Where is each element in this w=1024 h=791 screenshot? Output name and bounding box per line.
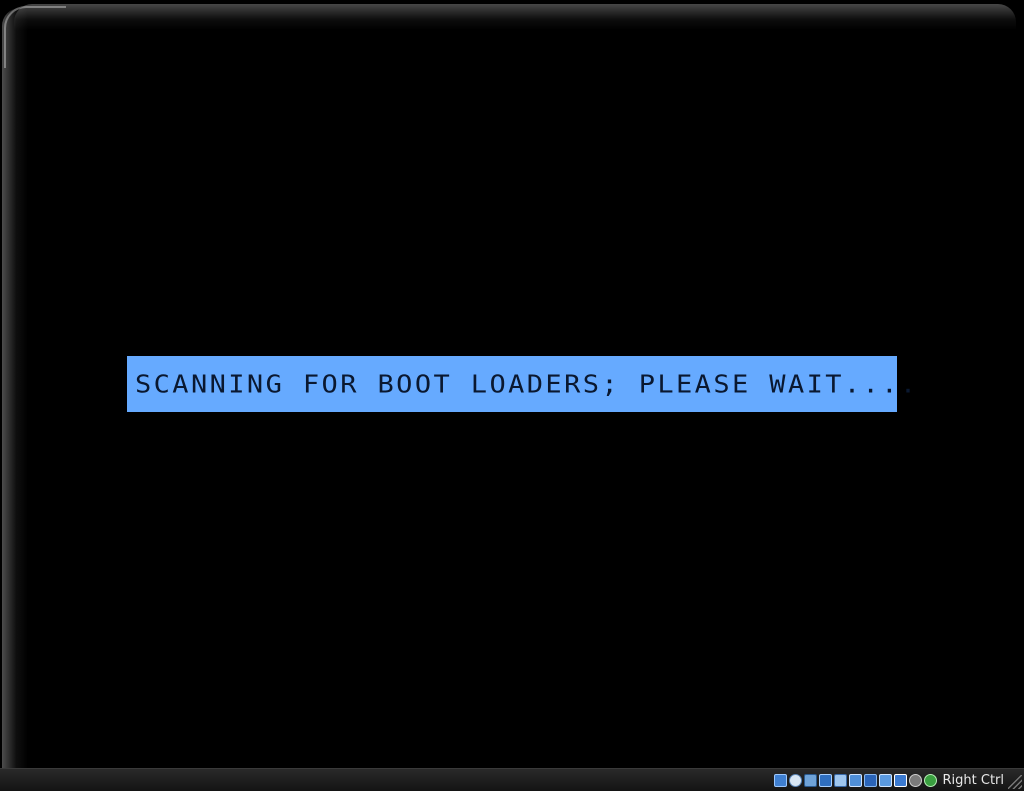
device-tray: Right Ctrl — [773, 773, 1005, 788]
virtualization-icon[interactable] — [893, 773, 907, 787]
host-key-label[interactable]: Right Ctrl — [943, 773, 1005, 788]
bezel-highlight-left — [2, 8, 28, 768]
video-capture-icon[interactable] — [878, 773, 892, 787]
cpu-icon[interactable] — [908, 773, 922, 787]
usb-icon[interactable] — [833, 773, 847, 787]
audio-icon[interactable] — [803, 773, 817, 787]
status-bar: Right Ctrl — [0, 768, 1024, 791]
shared-folders-icon[interactable] — [848, 773, 862, 787]
bezel-corner — [4, 6, 66, 68]
resize-grip-icon[interactable] — [1008, 775, 1022, 789]
boot-banner: SCANNING FOR BOOT LOADERS; PLEASE WAIT..… — [127, 356, 916, 412]
bezel-highlight-top — [14, 4, 1016, 30]
display-icon[interactable] — [863, 773, 877, 787]
optical-drive-icon[interactable] — [788, 773, 802, 787]
vm-display[interactable]: SCANNING FOR BOOT LOADERS; PLEASE WAIT..… — [0, 0, 1024, 768]
vm-window: SCANNING FOR BOOT LOADERS; PLEASE WAIT..… — [0, 0, 1024, 791]
mouse-integration-icon[interactable] — [923, 773, 937, 787]
network-icon[interactable] — [818, 773, 832, 787]
hard-disk-icon[interactable] — [773, 773, 787, 787]
boot-message: SCANNING FOR BOOT LOADERS; PLEASE WAIT..… — [135, 369, 919, 399]
